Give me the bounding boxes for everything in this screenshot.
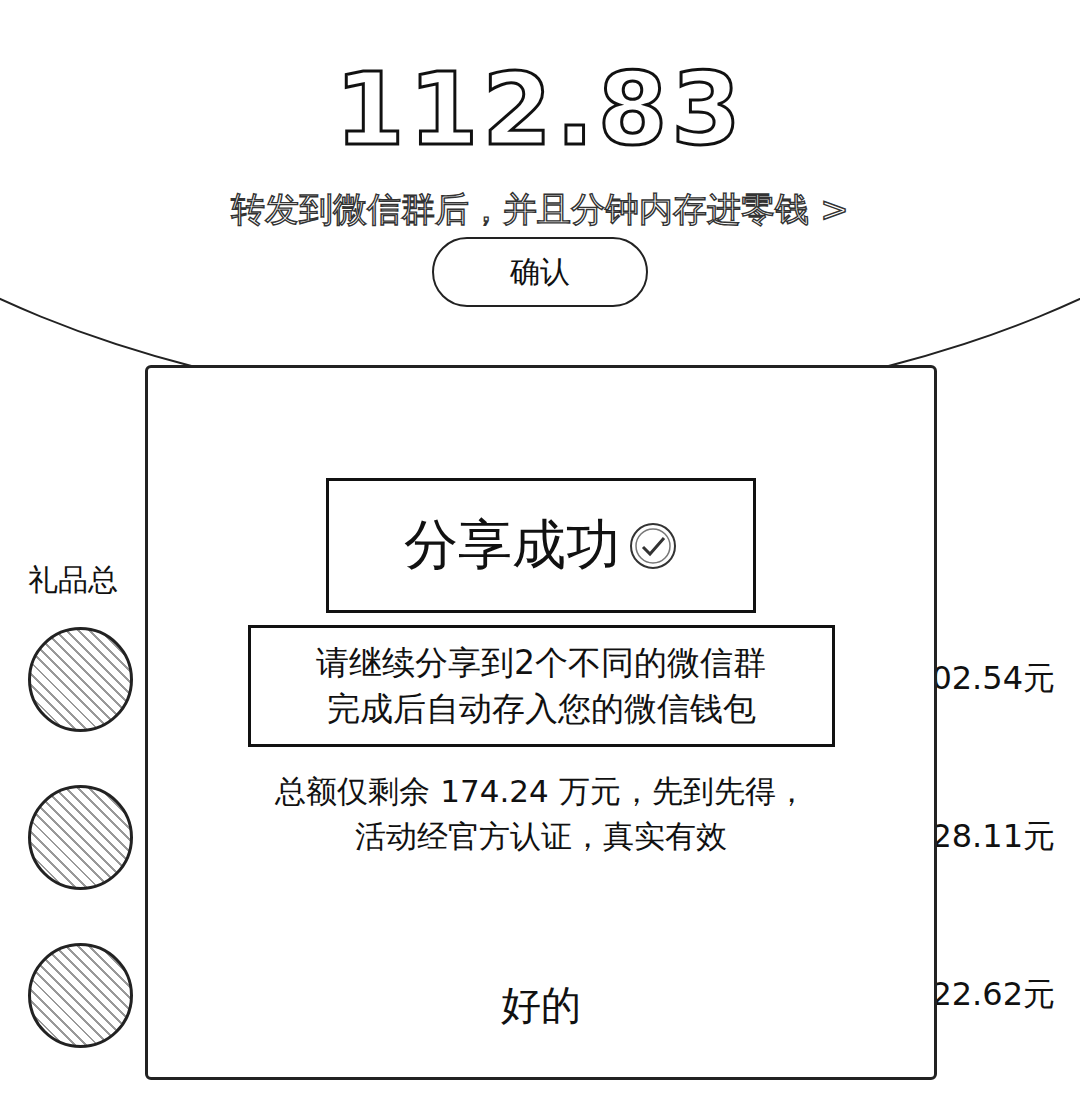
notice[interactable]: 转发到微信群后，并且分钟内存进零钱 > [231,187,848,231]
title-box: 分享成功 [326,478,756,613]
gift-amount: 28.11元 [931,815,1055,859]
gift-amount: 02.54元 [931,657,1055,701]
info-line: 活动经官方认证，真实有效 [275,814,806,859]
ok-button[interactable]: 好的 [481,974,601,1037]
check-icon [628,521,678,571]
instruction-box: 请继续分享到2个不同的微信群完成后自动存入您的微信钱包 [248,625,835,747]
avatar-photo [28,627,133,732]
info-text: 总额仅剩余 174.24 万元，先到先得，活动经官方认证，真实有效 [275,769,806,859]
instruction-line: 请继续分享到2个不同的微信群 [261,640,822,686]
header: 112.83 转发到微信群后，并且分钟内存进零钱 > 确认 [0,0,1080,360]
dialog-title: 分享成功 [404,509,620,582]
avatar-photo [28,785,133,890]
share-dialog: 分享成功请继续分享到2个不同的微信群完成后自动存入您的微信钱包总额仅剩余 174… [145,365,937,1080]
info-line: 总额仅剩余 174.24 万元，先到先得， [275,769,806,814]
amount: 112.83 [335,55,745,165]
confirm-button[interactable]: 确认 [432,237,648,307]
gift-amount: 22.62元 [931,973,1055,1017]
avatar-photo [28,943,133,1048]
instruction-line: 完成后自动存入您的微信钱包 [261,686,822,732]
